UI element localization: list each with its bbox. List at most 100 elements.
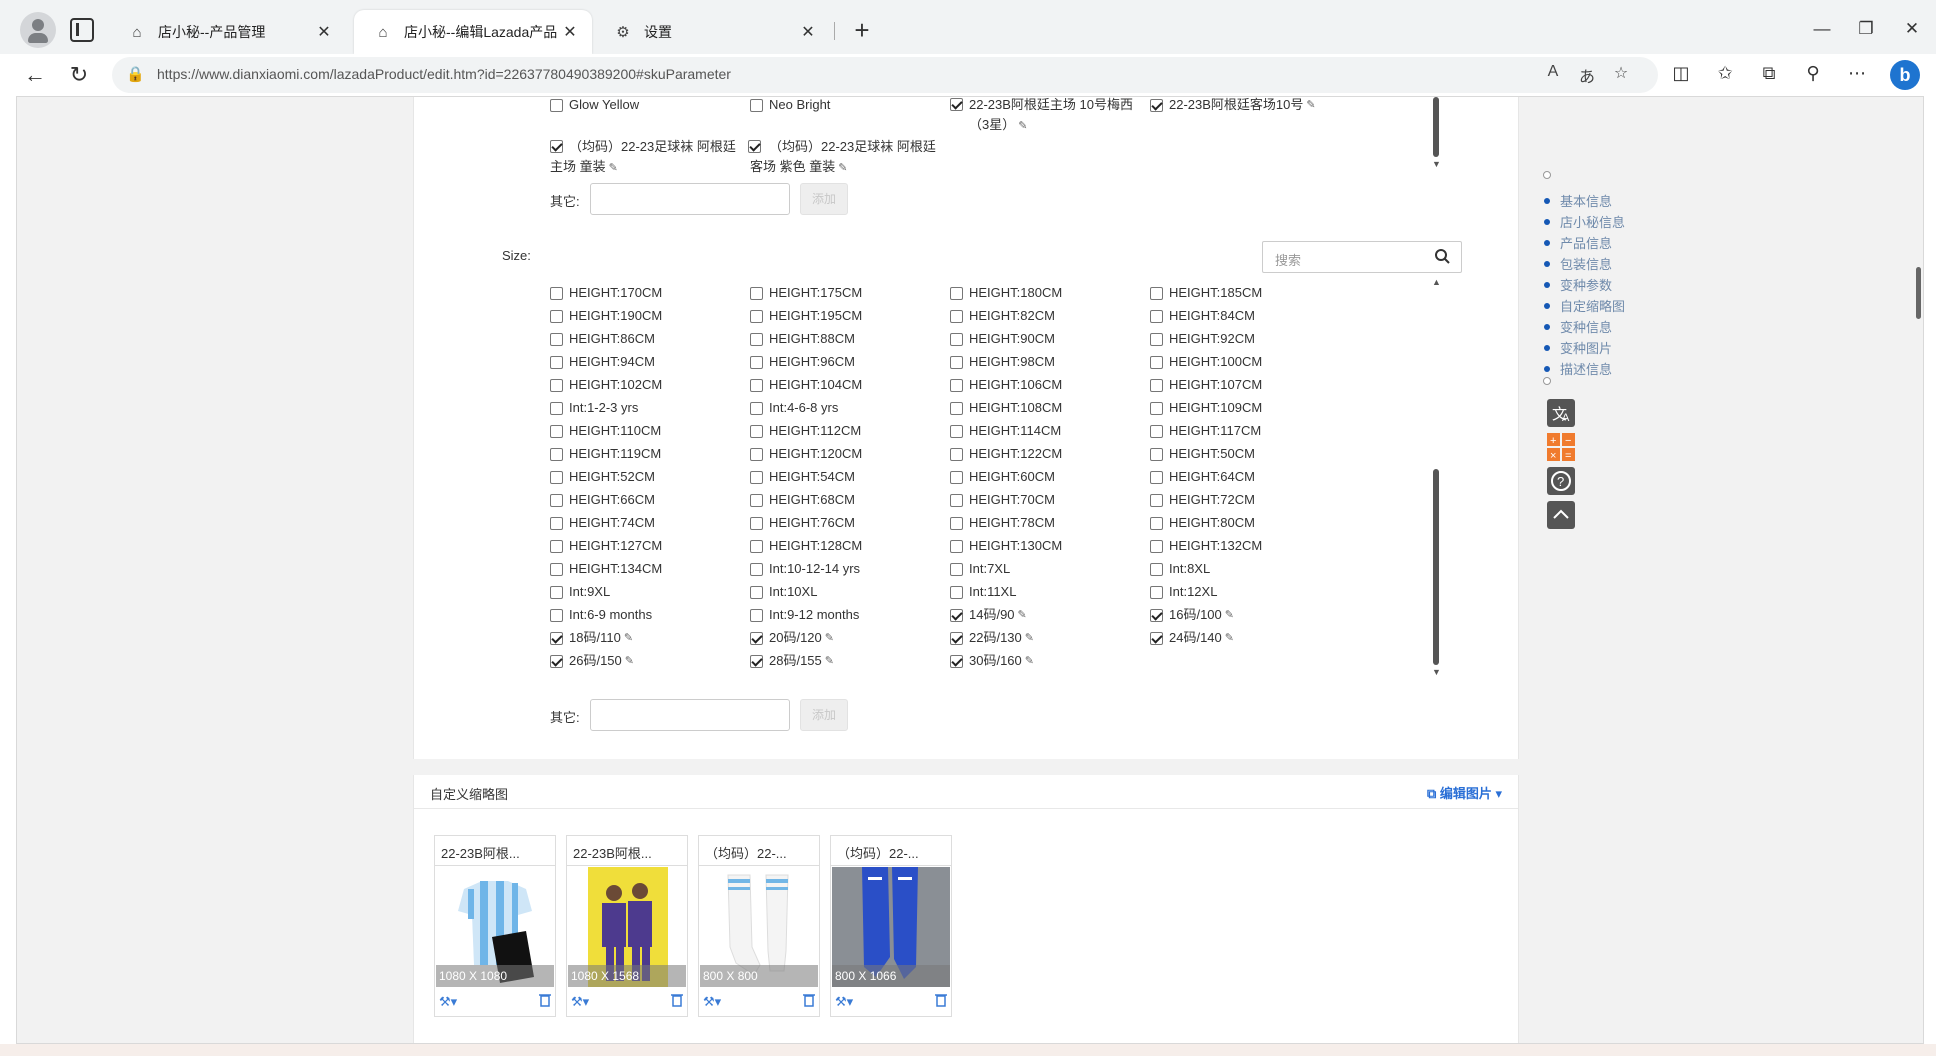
collections-icon[interactable]: ⧉ bbox=[1754, 63, 1784, 84]
address-bar[interactable]: 🔒 https://www.dianxiaomi.com/lazadaProdu… bbox=[112, 57, 1658, 93]
size-option[interactable]: HEIGHT:72CM bbox=[1150, 492, 1255, 508]
checkbox[interactable] bbox=[550, 631, 563, 645]
checkbox[interactable] bbox=[1150, 355, 1163, 369]
page-scrollbar-thumb[interactable] bbox=[1916, 267, 1921, 319]
size-option[interactable]: HEIGHT:94CM bbox=[550, 354, 655, 370]
checkbox[interactable] bbox=[748, 140, 767, 153]
pencil-icon[interactable]: ✎ bbox=[1025, 630, 1034, 646]
checkbox[interactable] bbox=[1150, 539, 1163, 553]
pencil-icon[interactable]: ✎ bbox=[1018, 607, 1027, 623]
lock-icon[interactable]: 🔒 bbox=[126, 65, 145, 83]
size-option[interactable]: Int:10XL bbox=[750, 584, 817, 600]
checkbox[interactable] bbox=[950, 98, 969, 111]
read-aloud-icon[interactable]: A bbox=[1540, 63, 1566, 81]
pencil-icon[interactable]: ✎ bbox=[825, 630, 834, 646]
size-list-scrollbar[interactable] bbox=[1433, 469, 1439, 665]
trash-icon[interactable] bbox=[671, 993, 683, 1007]
color-option-argentina-away[interactable]: 22-23B阿根廷客场10号 ✎ bbox=[1150, 97, 1316, 113]
refresh-icon[interactable]: ↻ bbox=[62, 58, 96, 92]
checkbox[interactable] bbox=[950, 539, 963, 553]
thumbnail-card[interactable]: （均码）22-... 800 X 800 ⚒▾ bbox=[698, 835, 820, 1017]
checkbox[interactable] bbox=[750, 562, 763, 576]
trash-icon[interactable] bbox=[935, 993, 947, 1007]
profile-avatar-icon[interactable] bbox=[20, 12, 56, 48]
size-option[interactable]: Int:6-9 months bbox=[550, 607, 652, 623]
size-option[interactable]: HEIGHT:195CM bbox=[750, 308, 862, 324]
checkbox[interactable] bbox=[1150, 447, 1163, 461]
checkbox[interactable] bbox=[550, 98, 563, 112]
close-tab-icon[interactable]: ✕ bbox=[558, 22, 582, 42]
checkbox[interactable] bbox=[550, 470, 563, 484]
pencil-icon[interactable]: ✎ bbox=[825, 653, 834, 669]
color-option-argentina-home[interactable]: 22-23B阿根廷主场 10号梅西（3星） ✎ bbox=[950, 97, 1140, 136]
more-icon[interactable]: ⋯ bbox=[1842, 63, 1872, 84]
size-option[interactable]: HEIGHT:80CM bbox=[1150, 515, 1255, 531]
size-option[interactable]: HEIGHT:109CM bbox=[1150, 400, 1262, 416]
nav-item[interactable]: 描述信息 bbox=[1541, 359, 1612, 378]
size-option[interactable]: HEIGHT:117CM bbox=[1150, 423, 1261, 439]
size-option[interactable]: HEIGHT:92CM bbox=[1150, 331, 1255, 347]
checkbox[interactable] bbox=[550, 401, 563, 415]
nav-item[interactable]: 变种图片 bbox=[1541, 338, 1612, 357]
pencil-icon[interactable]: ✎ bbox=[1225, 607, 1234, 623]
checkbox[interactable] bbox=[550, 378, 563, 392]
checkbox[interactable] bbox=[950, 585, 963, 599]
size-option[interactable]: HEIGHT:134CM bbox=[550, 561, 662, 577]
size-option[interactable]: HEIGHT:180CM bbox=[950, 285, 1062, 301]
checkbox[interactable] bbox=[1150, 378, 1163, 392]
size-option[interactable]: HEIGHT:107CM bbox=[1150, 377, 1262, 393]
color-other-input[interactable] bbox=[590, 183, 790, 215]
size-option[interactable]: HEIGHT:106CM bbox=[950, 377, 1062, 393]
trash-icon[interactable] bbox=[803, 993, 815, 1007]
magic-wand-icon[interactable]: ⚒▾ bbox=[703, 994, 721, 1010]
size-option[interactable]: HEIGHT:52CM bbox=[550, 469, 655, 485]
checkbox[interactable] bbox=[550, 493, 563, 507]
calculator-icon[interactable]: + − × = bbox=[1547, 433, 1575, 462]
scroll-down-arrow-icon[interactable]: ▼ bbox=[1432, 159, 1441, 169]
thumbnail-card[interactable]: 22-23B阿根... 1080 X 1080 ⚒▾ bbox=[434, 835, 556, 1017]
size-option[interactable]: HEIGHT:185CM bbox=[1150, 285, 1262, 301]
restore-icon[interactable]: ❐ bbox=[1846, 14, 1886, 44]
size-option[interactable]: HEIGHT:54CM bbox=[750, 469, 855, 485]
checkbox[interactable] bbox=[1150, 562, 1163, 576]
size-option[interactable]: 28码/155 ✎ bbox=[750, 653, 834, 669]
size-option[interactable]: HEIGHT:50CM bbox=[1150, 446, 1255, 462]
checkbox[interactable] bbox=[1150, 631, 1163, 645]
size-option[interactable]: HEIGHT:96CM bbox=[750, 354, 855, 370]
magic-wand-icon[interactable]: ⚒▾ bbox=[571, 994, 589, 1010]
magic-wand-icon[interactable]: ⚒▾ bbox=[439, 994, 457, 1010]
pencil-icon[interactable]: ✎ bbox=[609, 162, 618, 174]
size-option[interactable]: HEIGHT:88CM bbox=[750, 331, 855, 347]
checkbox[interactable] bbox=[950, 447, 963, 461]
size-option[interactable]: HEIGHT:98CM bbox=[950, 354, 1055, 370]
checkbox[interactable] bbox=[950, 631, 963, 645]
new-tab-icon[interactable]: + bbox=[846, 16, 878, 46]
nav-item[interactable]: 变种信息 bbox=[1541, 317, 1612, 336]
pencil-icon[interactable]: ✎ bbox=[838, 162, 847, 174]
checkbox[interactable] bbox=[750, 355, 763, 369]
pencil-icon[interactable]: ✎ bbox=[625, 653, 634, 669]
size-option[interactable]: HEIGHT:190CM bbox=[550, 308, 662, 324]
checkbox[interactable] bbox=[550, 140, 569, 153]
checkbox[interactable] bbox=[1150, 516, 1163, 530]
checkbox[interactable] bbox=[750, 516, 763, 530]
color-option-socks-home[interactable]: （均码）22-23足球袜 阿根廷主场 童装 ✎ bbox=[550, 137, 748, 178]
checkbox[interactable] bbox=[1150, 608, 1163, 622]
size-option[interactable]: HEIGHT:104CM bbox=[750, 377, 862, 393]
checkbox[interactable] bbox=[550, 332, 563, 346]
extensions-icon[interactable]: ⚲ bbox=[1798, 63, 1828, 84]
pencil-icon[interactable]: ✎ bbox=[1225, 630, 1234, 646]
favorite-add-icon[interactable]: ☆ bbox=[1608, 63, 1634, 83]
checkbox[interactable] bbox=[550, 424, 563, 438]
size-option[interactable]: HEIGHT:132CM bbox=[1150, 538, 1262, 554]
split-screen-icon[interactable]: ◫ bbox=[1666, 63, 1696, 84]
checkbox[interactable] bbox=[950, 401, 963, 415]
size-option[interactable]: HEIGHT:170CM bbox=[550, 285, 662, 301]
color-option-glow-yellow[interactable]: Glow Yellow bbox=[550, 97, 639, 113]
favorites-icon[interactable]: ✩ bbox=[1710, 63, 1740, 84]
size-option[interactable]: HEIGHT:82CM bbox=[950, 308, 1055, 324]
translate-icon[interactable]: あ bbox=[1574, 63, 1600, 87]
magic-wand-icon[interactable]: ⚒▾ bbox=[835, 994, 853, 1010]
size-option[interactable]: HEIGHT:112CM bbox=[750, 423, 861, 439]
size-option[interactable]: 20码/120 ✎ bbox=[750, 630, 834, 646]
